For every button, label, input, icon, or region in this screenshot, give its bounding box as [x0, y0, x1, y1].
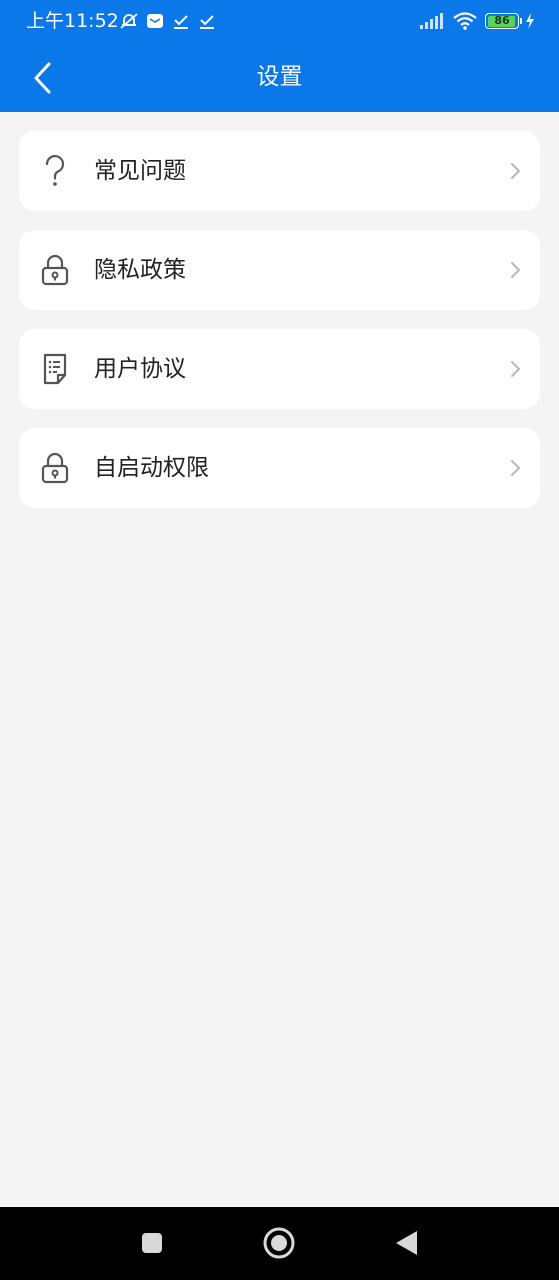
chevron-right-icon: [511, 460, 520, 476]
menu-item-label: 常见问题: [94, 158, 186, 184]
nav-back-button[interactable]: [388, 1225, 424, 1261]
settings-menu: 常见问题 隐私政策 用户协议 自启动权限: [19, 131, 540, 527]
menu-item-privacy-policy[interactable]: 隐私政策: [19, 230, 540, 310]
muted-notification-icon: [118, 10, 140, 32]
menu-item-faq[interactable]: 常见问题: [19, 131, 540, 211]
status-system-icons: 86: [419, 10, 535, 32]
app-bar: 设置: [0, 44, 559, 112]
menu-item-label: 隐私政策: [94, 257, 186, 283]
battery-level: 86: [494, 14, 510, 27]
signal-icon: [420, 13, 443, 29]
menu-item-label: 自启动权限: [94, 455, 209, 481]
lock-icon: [39, 450, 71, 486]
status-bar: 上午11:52 86: [0, 0, 559, 44]
home-icon: [263, 1227, 295, 1259]
check-icon: [196, 10, 218, 32]
home-button[interactable]: [261, 1225, 297, 1261]
document-icon: [39, 351, 71, 387]
status-notification-icons: [118, 10, 222, 32]
recents-button[interactable]: [134, 1225, 170, 1261]
page-title: 设置: [256, 64, 303, 90]
wifi-icon: [453, 12, 477, 30]
recents-icon: [142, 1233, 162, 1253]
status-time: 上午11:52: [26, 10, 119, 32]
message-icon: [144, 10, 166, 32]
navigation-bar: [0, 1207, 559, 1280]
question-icon: [39, 153, 71, 189]
battery-cap: [520, 18, 522, 24]
back-icon: [396, 1231, 417, 1255]
chevron-right-icon: [511, 262, 520, 278]
check-icon: [170, 10, 192, 32]
charging-icon: [526, 13, 534, 29]
lock-icon: [39, 252, 71, 288]
battery-icon: 86: [485, 13, 522, 29]
menu-item-user-agreement[interactable]: 用户协议: [19, 329, 540, 409]
chevron-right-icon: [511, 163, 520, 179]
chevron-right-icon: [511, 361, 520, 377]
menu-item-label: 用户协议: [94, 356, 186, 382]
menu-item-autostart-permission[interactable]: 自启动权限: [19, 428, 540, 508]
